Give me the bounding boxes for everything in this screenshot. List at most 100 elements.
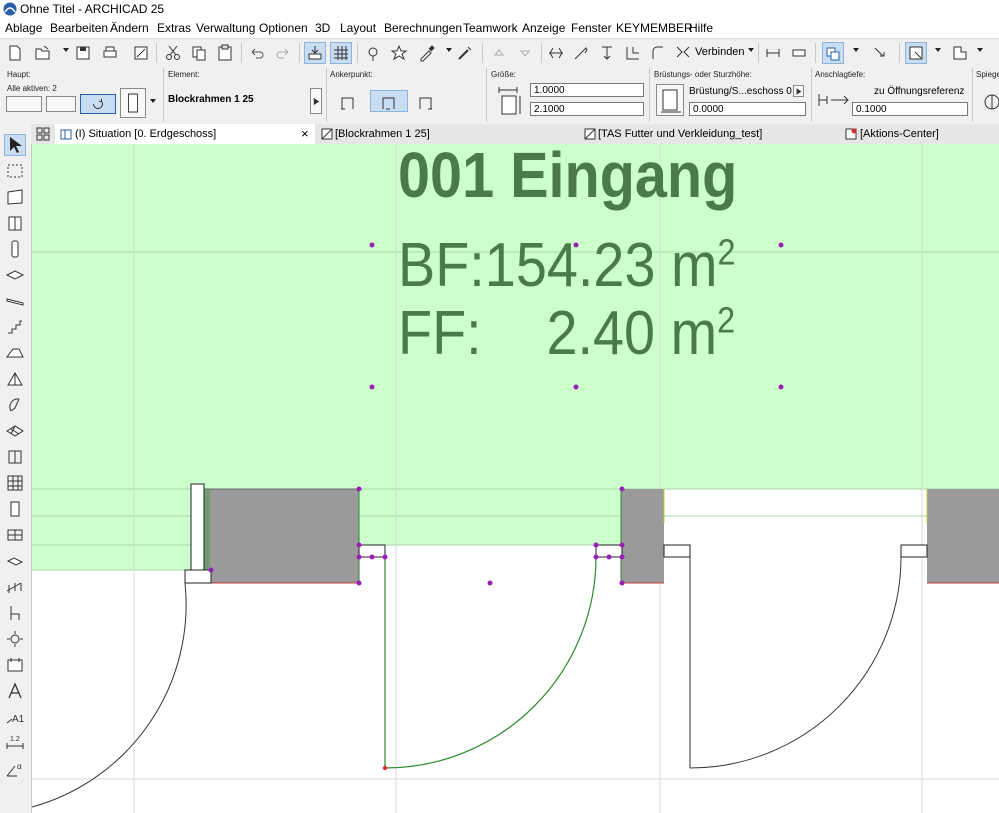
print-button[interactable] [99,42,121,64]
beam-tool[interactable] [4,290,26,312]
reveal-reference[interactable]: zu Öffnungsreferenz [874,86,964,97]
zone-gross-area[interactable]: BF:154.23 m2 [398,230,736,301]
door-tool[interactable] [4,212,26,234]
sill-reference[interactable]: Brüstung/S...eschoss 0 [689,86,792,97]
menu-3d[interactable]: 3D [315,21,330,35]
open-button[interactable] [32,42,54,64]
selection-toggle[interactable] [46,96,76,112]
door-object-tool[interactable] [4,498,26,520]
trace-button[interactable] [869,42,891,64]
gravity-button[interactable] [304,42,326,64]
layer-combination-button[interactable] [822,42,844,64]
door-swing-center[interactable] [384,556,597,769]
window-tool[interactable] [4,472,26,494]
tab-situation[interactable]: (I) Situation [0. Erdgeschoss] × [55,124,315,144]
text-tool[interactable] [4,680,26,702]
copy-button[interactable] [188,42,210,64]
reveal-depth-field[interactable]: 0.1000 [852,102,968,116]
railing-tool[interactable] [4,550,26,572]
rotate-tool-button[interactable] [80,94,116,114]
mesh-tool[interactable] [4,420,26,442]
shell-tool[interactable] [4,394,26,416]
guide-lines-button[interactable] [362,42,384,64]
skylight-tool[interactable] [4,524,26,546]
menu-berechnungen[interactable]: Berechnungen [384,21,462,35]
adjust-button[interactable] [570,42,592,64]
menu-keymember[interactable]: KEYMEMBER [616,21,693,35]
menu-layout[interactable]: Layout [340,21,376,35]
connect-button[interactable] [672,42,694,64]
eyedropper-button[interactable] [416,42,438,64]
anchor-left-button[interactable] [334,90,362,112]
menu-extras[interactable]: Extras [157,21,191,35]
lamp-tool[interactable] [4,628,26,650]
marquee-tool[interactable] [4,160,26,182]
trim-button[interactable] [596,42,618,64]
split-button[interactable] [545,42,567,64]
column-tool[interactable] [4,238,26,260]
roof-tool[interactable] [4,342,26,364]
anchor-center-button[interactable] [370,90,408,112]
menu-verwaltung[interactable]: Verwaltung [196,21,255,35]
width-field[interactable]: 1.0000 [530,83,644,97]
rendering-button[interactable] [948,42,970,64]
view-options-button[interactable] [905,42,927,64]
bring-forward-button[interactable] [488,42,510,64]
menu-aendern[interactable]: Ändern [110,21,149,35]
arrow-tool[interactable] [4,134,26,156]
menu-optionen[interactable]: Optionen [259,21,308,35]
layer-display-button[interactable] [6,96,42,112]
label-a1-tool[interactable]: A1 [4,706,26,728]
door-swing-right[interactable] [689,556,902,769]
element-name[interactable]: Blockrahmen 1 25 [168,94,254,105]
chair-tool[interactable] [4,602,26,624]
sill-reference-button[interactable] [793,85,804,97]
undo-button[interactable] [246,42,268,64]
inject-button[interactable] [454,42,476,64]
cut-button[interactable] [162,42,184,64]
intersect-button[interactable] [622,42,644,64]
door-swing-left[interactable] [32,582,187,808]
tab-close-icon[interactable]: × [301,124,309,144]
tab-blockrahmen[interactable]: [Blockrahmen 1 25] [317,124,579,144]
zone-tool[interactable] [4,186,26,208]
favorites-button[interactable] [388,42,410,64]
new-file-button[interactable] [4,42,26,64]
fillet-button[interactable] [647,42,669,64]
tab-overview-button[interactable] [35,126,51,142]
door-preview[interactable] [120,88,146,118]
publish-button[interactable] [130,42,152,64]
floor-plan-canvas[interactable]: 001 Eingang BF:154.23 m2 FF: 2.40 m2 [32,144,999,813]
sill-height-field[interactable]: 0.0000 [689,102,806,116]
angle-tool[interactable]: α [4,758,26,780]
element-settings-button[interactable] [310,88,322,114]
anchor-right-button[interactable] [412,90,440,112]
zone-fill-lower[interactable] [32,545,210,570]
curtain-wall-tool[interactable] [4,446,26,468]
save-button[interactable] [72,42,94,64]
tab-aktions-center[interactable]: [Aktions-Center] [843,124,999,144]
connect-label[interactable]: Verbinden [695,46,745,58]
redo-button[interactable] [272,42,294,64]
menu-anzeige[interactable]: Anzeige [522,21,565,35]
zone-floor-area[interactable]: FF: 2.40 m2 [398,298,735,369]
send-backward-button[interactable] [514,42,536,64]
tab-tas-futter[interactable]: [TAS Futter und Verkleidung_test] [580,124,842,144]
sill-type-button[interactable] [656,84,684,116]
menu-teamwork[interactable]: Teamwork [463,21,518,35]
grid-snap-button[interactable] [330,42,352,64]
menu-ablage[interactable]: Ablage [5,21,42,35]
menu-hilfe[interactable]: Hilfe [689,21,713,35]
morph-tool[interactable] [4,368,26,390]
wall-left[interactable] [197,489,359,583]
height-field[interactable]: 2.1000 [530,102,644,116]
label-tool[interactable] [4,654,26,676]
object-tool[interactable] [4,576,26,598]
stair-tool[interactable] [4,316,26,338]
section-button[interactable] [788,42,810,64]
slab-tool[interactable] [4,264,26,286]
wall-center[interactable] [621,489,664,583]
menu-fenster[interactable]: Fenster [571,21,612,35]
dimension-button[interactable] [762,42,784,64]
paste-button[interactable] [214,42,236,64]
